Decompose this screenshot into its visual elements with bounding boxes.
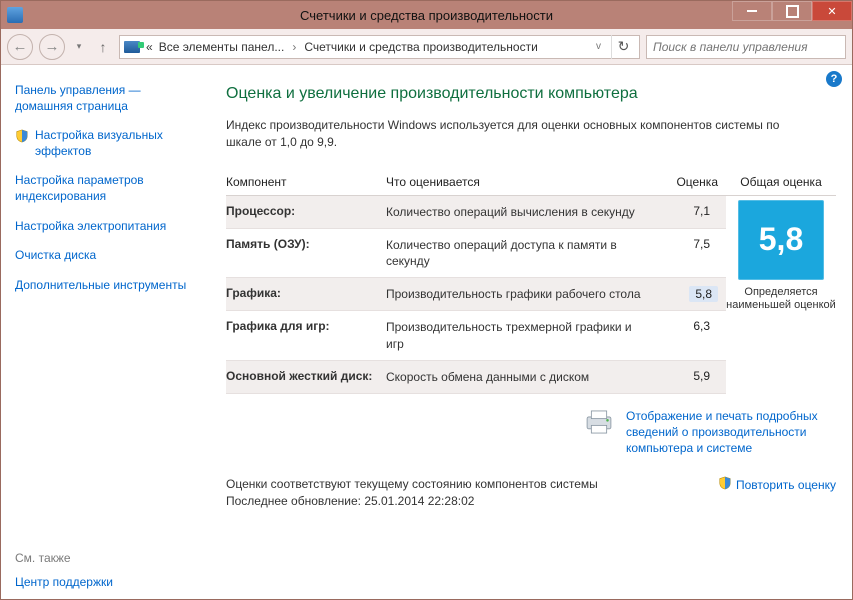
sidebar-advanced-tools[interactable]: Дополнительные инструменты xyxy=(15,278,204,294)
cp-home-line1: Панель управления — xyxy=(15,83,141,97)
th-component: Компонент xyxy=(226,175,386,189)
sidebar-item-label: Настройка визуальных эффектов xyxy=(35,128,163,158)
sidebar-disk-cleanup[interactable]: Очистка диска xyxy=(15,248,204,264)
sidebar-indexing[interactable]: Настройка параметров индексирования xyxy=(15,173,204,204)
row-name: Графика: xyxy=(226,286,386,300)
refresh-button[interactable] xyxy=(611,35,635,59)
main-content: Оценка и увеличение производительности к… xyxy=(216,65,852,599)
base-score-box: 5,8 xyxy=(738,200,824,280)
forward-button[interactable] xyxy=(39,34,65,60)
table-row-lowest: Графика: Производительность графики рабо… xyxy=(226,278,726,311)
close-button[interactable] xyxy=(812,1,852,21)
sidebar-visual-effects[interactable]: Настройка визуальных эффектов xyxy=(15,128,204,159)
table-row: Память (ОЗУ): Количество операций доступ… xyxy=(226,229,726,278)
row-desc: Скорость обмена данными с диском xyxy=(386,369,656,385)
th-what: Что оценивается xyxy=(386,175,656,189)
row-name: Основной жесткий диск: xyxy=(226,369,386,383)
control-panel-icon xyxy=(124,41,140,53)
status-text: Оценки соответствуют текущему состоянию … xyxy=(226,476,598,510)
app-icon xyxy=(7,7,23,23)
address-dropdown-icon[interactable]: v xyxy=(592,41,605,52)
rerun-assessment-link[interactable]: Повторить оценку xyxy=(718,476,836,493)
breadcrumb-root[interactable]: Все элементы панел... xyxy=(159,40,285,54)
row-score: 5,8 xyxy=(689,286,718,302)
row-desc: Количество операций доступа к памяти в с… xyxy=(386,237,656,269)
details-link-label: Отображение и печать подробных сведений … xyxy=(626,409,818,455)
back-button[interactable] xyxy=(7,34,33,60)
details-link[interactable]: Отображение и печать подробных сведений … xyxy=(626,408,836,457)
sidebar-item-label: Дополнительные инструменты xyxy=(15,278,186,292)
table-row: Графика для игр: Производительность трех… xyxy=(226,311,726,360)
table-row: Процессор: Количество операций вычислени… xyxy=(226,196,726,229)
sidebar-item-label: Настройка электропитания xyxy=(15,219,166,233)
breadcrumb-prefix: « xyxy=(146,40,153,54)
window-title: Счетчики и средства производительности xyxy=(300,8,553,23)
body: ? Панель управления — домашняя страница … xyxy=(1,65,852,599)
footer-row: Оценки соответствуют текущему состоянию … xyxy=(226,476,836,510)
sidebar-item-label: Очистка диска xyxy=(15,248,96,262)
support-label: Центр поддержки xyxy=(15,575,113,589)
address-bar[interactable]: « Все элементы панел... Счетчики и средс… xyxy=(119,35,640,59)
up-button[interactable] xyxy=(93,34,113,60)
breadcrumb-sep xyxy=(290,40,298,54)
base-score-caption: Определяется наименьшей оценкой xyxy=(726,286,836,314)
search-input[interactable] xyxy=(653,40,839,54)
navbar: « Все элементы панел... Счетчики и средс… xyxy=(1,29,852,65)
titlebar: Счетчики и средства производительности xyxy=(1,1,852,29)
sidebar: Панель управления — домашняя страница На… xyxy=(1,65,216,599)
row-name: Память (ОЗУ): xyxy=(226,237,386,251)
base-score-column: 5,8 Определяется наименьшей оценкой xyxy=(726,196,836,394)
page-heading: Оценка и увеличение производительности к… xyxy=(226,85,836,103)
printer-icon xyxy=(582,408,616,439)
details-row: Отображение и печать подробных сведений … xyxy=(226,408,836,457)
window: Счетчики и средства производительности «… xyxy=(0,0,853,600)
row-score: 7,1 xyxy=(656,204,718,218)
score-table: Компонент Что оценивается Оценка Общая о… xyxy=(226,169,836,394)
row-score: 6,3 xyxy=(656,319,718,333)
sidebar-item-label: Настройка параметров индексирования xyxy=(15,173,144,203)
search-box[interactable] xyxy=(646,35,846,59)
row-name: Графика для игр: xyxy=(226,319,386,333)
maximize-button[interactable] xyxy=(772,1,812,21)
rerun-label: Повторить оценку xyxy=(736,478,836,492)
history-dropdown[interactable] xyxy=(71,34,87,60)
status-line2: Последнее обновление: 25.01.2014 22:28:0… xyxy=(226,493,598,510)
row-score: 7,5 xyxy=(656,237,718,251)
control-panel-home-link[interactable]: Панель управления — домашняя страница xyxy=(15,83,204,114)
row-score: 5,9 xyxy=(656,369,718,383)
shield-icon xyxy=(15,129,29,143)
support-center-link[interactable]: Центр поддержки xyxy=(15,575,204,589)
status-line1: Оценки соответствуют текущему состоянию … xyxy=(226,476,598,493)
th-base: Общая оценка xyxy=(726,175,836,189)
table-rows: Процессор: Количество операций вычислени… xyxy=(226,196,726,394)
row-desc: Производительность графики рабочего стол… xyxy=(386,286,656,302)
table-header: Компонент Что оценивается Оценка Общая о… xyxy=(226,169,836,196)
shield-icon xyxy=(718,476,732,493)
th-score: Оценка xyxy=(656,175,726,189)
breadcrumb-current[interactable]: Счетчики и средства производительности xyxy=(304,40,537,54)
minimize-button[interactable] xyxy=(732,1,772,21)
sidebar-power[interactable]: Настройка электропитания xyxy=(15,219,204,235)
see-also-heading: См. также xyxy=(15,551,204,565)
row-name: Процессор: xyxy=(226,204,386,218)
row-desc: Количество операций вычисления в секунду xyxy=(386,204,656,220)
cp-home-line2: домашняя страница xyxy=(15,99,204,115)
table-body: Процессор: Количество операций вычислени… xyxy=(226,196,836,394)
table-row: Основной жесткий диск: Скорость обмена д… xyxy=(226,361,726,394)
window-controls xyxy=(732,1,852,29)
intro-text: Индекс производительности Windows исполь… xyxy=(226,117,786,151)
row-desc: Производительность трехмерной графики и … xyxy=(386,319,656,351)
